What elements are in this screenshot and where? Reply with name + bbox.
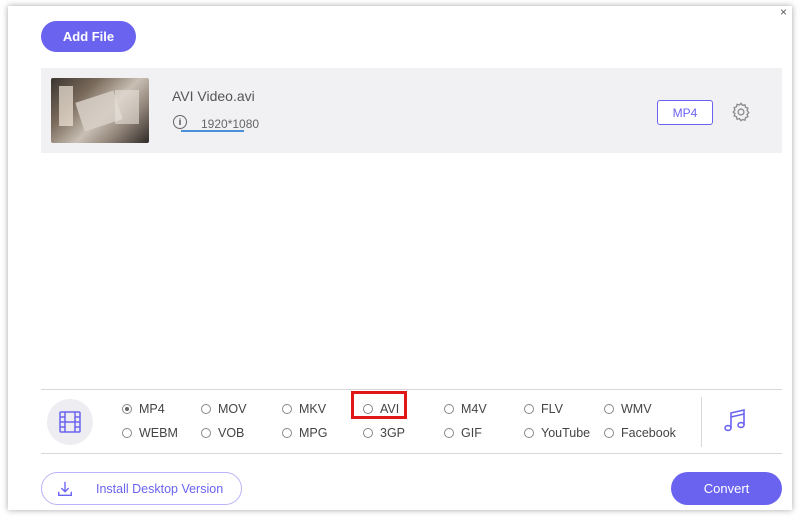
format-option-mp4[interactable]: MP4 <box>122 402 165 416</box>
divider <box>701 397 702 447</box>
format-label: WEBM <box>139 426 178 440</box>
output-format-button[interactable]: MP4 <box>657 100 713 125</box>
radio[interactable] <box>282 428 292 438</box>
radio[interactable] <box>604 404 614 414</box>
format-label: 3GP <box>380 426 406 440</box>
format-label: YouTube <box>541 426 591 440</box>
install-desktop-button[interactable]: Install Desktop Version <box>41 472 242 505</box>
radio[interactable] <box>122 428 132 438</box>
video-thumbnail <box>51 78 149 143</box>
radio[interactable] <box>201 404 211 414</box>
format-label: WMV <box>621 402 652 416</box>
format-option-facebook[interactable]: Facebook <box>604 426 676 440</box>
converter-window: × Add File AVI Video.avi i 1920*1080 MP4 <box>8 6 792 510</box>
format-label: GIF <box>461 426 482 440</box>
close-icon[interactable]: × <box>780 6 787 18</box>
format-label: M4V <box>461 402 487 416</box>
format-option-wmv[interactable]: WMV <box>604 402 652 416</box>
format-option-mpg[interactable]: MPG <box>282 426 327 440</box>
format-label: Facebook <box>621 426 676 440</box>
radio[interactable] <box>604 428 614 438</box>
radio[interactable] <box>363 428 373 438</box>
format-label: MKV <box>299 402 327 416</box>
progress-line <box>181 130 244 132</box>
format-option-vob[interactable]: VOB <box>201 426 244 440</box>
file-resolution: 1920*1080 <box>201 117 260 131</box>
install-desktop-label: Install Desktop Version <box>96 481 224 496</box>
film-icon[interactable] <box>47 399 93 445</box>
info-icon[interactable]: i <box>173 115 187 129</box>
format-selector: MP4 MOV MKV AVI M4V FLV WMV WEBM VOB MPG… <box>41 389 782 454</box>
radio[interactable] <box>444 404 454 414</box>
format-option-mkv[interactable]: MKV <box>282 402 326 416</box>
file-name: AVI Video.avi <box>172 88 255 104</box>
gear-icon[interactable] <box>730 101 752 123</box>
format-label: MP4 <box>139 402 165 416</box>
file-list-item: AVI Video.avi i 1920*1080 MP4 <box>41 68 782 153</box>
format-option-webm[interactable]: WEBM <box>122 426 178 440</box>
convert-button[interactable]: Convert <box>671 472 782 505</box>
highlight-box <box>351 391 407 419</box>
radio[interactable] <box>444 428 454 438</box>
radio-selected[interactable] <box>122 404 132 414</box>
add-file-button[interactable]: Add File <box>41 21 136 52</box>
format-option-flv[interactable]: FLV <box>524 402 563 416</box>
format-label: MOV <box>218 402 247 416</box>
radio[interactable] <box>201 428 211 438</box>
music-note-icon[interactable] <box>721 407 749 435</box>
radio[interactable] <box>524 404 534 414</box>
format-option-m4v[interactable]: M4V <box>444 402 487 416</box>
format-option-mov[interactable]: MOV <box>201 402 246 416</box>
format-label: MPG <box>299 426 328 440</box>
format-label: FLV <box>541 402 563 416</box>
format-option-3gp[interactable]: 3GP <box>363 426 405 440</box>
radio[interactable] <box>524 428 534 438</box>
radio[interactable] <box>282 404 292 414</box>
download-icon <box>58 481 72 496</box>
format-option-youtube[interactable]: YouTube <box>524 426 590 440</box>
format-label: VOB <box>218 426 245 440</box>
format-option-gif[interactable]: GIF <box>444 426 482 440</box>
